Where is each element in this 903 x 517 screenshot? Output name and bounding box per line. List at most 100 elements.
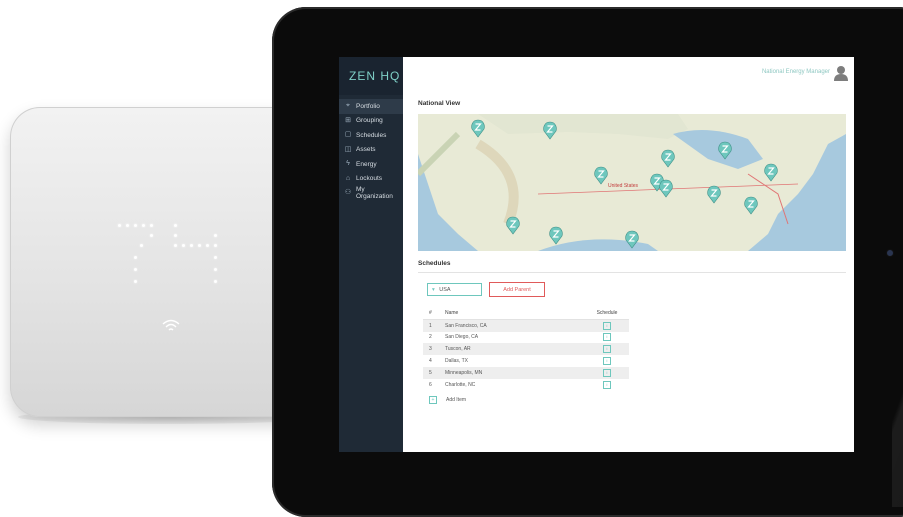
person-icon: ⚇: [344, 189, 352, 197]
main-content: National View United States Schedules ▾ …: [403, 90, 854, 452]
display-dot: [214, 268, 217, 271]
app-screen: ZEN HQ ⌖ Portfolio ⊞ Grouping ▢ Schedule…: [339, 57, 854, 452]
display-dot: [174, 224, 177, 227]
sidebar-item-portfolio[interactable]: ⌖ Portfolio: [339, 99, 403, 114]
zen-marker-icon[interactable]: [594, 166, 608, 185]
schedules-table: # Name Schedule 1 San Francisco, CA i 2 …: [423, 307, 629, 407]
row-name: Tuscon, AR: [445, 346, 471, 353]
map-markers: [471, 119, 778, 249]
schedules-title: Schedules: [418, 260, 451, 267]
table-row[interactable]: 5 Minneapolis, MN i: [423, 366, 629, 379]
row-name: San Diego, CA: [445, 334, 479, 341]
display-dot: [134, 224, 137, 227]
row-number: 2: [429, 334, 432, 341]
zen-marker-icon[interactable]: [718, 141, 732, 160]
row-number: 3: [429, 346, 432, 353]
table-row[interactable]: 2 San Diego, CA i: [423, 332, 629, 344]
add-item-button[interactable]: + Add Item: [423, 393, 629, 407]
sidebar-item-energy[interactable]: ϟ Energy: [339, 157, 403, 172]
row-name: San Francisco, CA: [445, 322, 487, 329]
display-dot: [142, 224, 145, 227]
row-name: Dallas, TX: [445, 358, 468, 365]
grid-icon: ⊞: [345, 116, 351, 124]
zen-marker-icon[interactable]: [707, 185, 721, 204]
row-name: Charlotte, NC: [445, 381, 476, 388]
calendar-icon[interactable]: i: [603, 368, 611, 377]
sidebar-item-label: Portfolio: [356, 102, 380, 110]
divider: [418, 272, 846, 273]
country-select[interactable]: ▾ USA: [427, 283, 482, 296]
display-dot: [150, 234, 153, 237]
display-dot: [182, 244, 185, 247]
display-dot: [150, 224, 153, 227]
sidebar-item-lockouts[interactable]: ⌂ Lockouts: [339, 172, 403, 187]
row-number: 1: [429, 322, 432, 329]
sidebar-item-schedules[interactable]: ▢ Schedules: [339, 128, 403, 143]
sidebar-item-label: Schedules: [356, 131, 387, 139]
zen-marker-icon[interactable]: [744, 196, 758, 215]
display-dot: [134, 280, 137, 283]
table-header: # Name Schedule: [423, 307, 629, 320]
glass-glare: [892, 7, 903, 507]
display-dot: [140, 244, 143, 247]
table-row[interactable]: 1 San Francisco, CA i: [423, 319, 629, 332]
display-dot: [174, 234, 177, 237]
display-dot: [134, 256, 137, 259]
zen-marker-icon[interactable]: [506, 216, 520, 235]
calendar-icon[interactable]: i: [603, 333, 611, 342]
display-dot: [214, 244, 217, 247]
display-dot: [214, 256, 217, 259]
sidebar-item-label: Grouping: [356, 117, 383, 125]
row-number: 5: [429, 369, 432, 376]
camera-icon: [887, 250, 893, 256]
zen-marker-icon[interactable]: [543, 121, 557, 140]
location-pin-icon: ⌖: [346, 102, 350, 110]
column-header-num: #: [429, 309, 432, 316]
row-number: 6: [429, 381, 432, 388]
row-name: Minneapolis, MN: [445, 369, 483, 376]
user-name[interactable]: National Energy Manager: [762, 69, 830, 75]
zen-marker-icon[interactable]: [764, 163, 778, 182]
sidebar-item-label: Lockouts: [356, 175, 383, 183]
add-parent-button[interactable]: Add Parent: [489, 282, 545, 297]
national-view-title: National View: [418, 100, 461, 107]
display-dot: [134, 268, 137, 271]
chevron-down-icon: ▾: [432, 287, 435, 293]
sidebar: ZEN HQ ⌖ Portfolio ⊞ Grouping ▢ Schedule…: [339, 57, 403, 452]
zen-marker-icon[interactable]: [661, 149, 675, 168]
zen-marker-icon[interactable]: [659, 179, 673, 198]
calendar-icon[interactable]: i: [603, 321, 611, 330]
display-dot: [214, 234, 217, 237]
zen-marker-icon[interactable]: [625, 230, 639, 249]
table-row[interactable]: 4 Dallas, TX i: [423, 355, 629, 367]
table-row[interactable]: 6 Charlotte, NC i: [423, 379, 629, 391]
sidebar-item-label: Assets: [356, 146, 376, 154]
country-select-value: USA: [439, 287, 451, 293]
sidebar-item-grouping[interactable]: ⊞ Grouping: [339, 114, 403, 129]
asset-icon: ◫: [344, 145, 352, 153]
wifi-icon: [162, 319, 180, 331]
sidebar-item-label: Energy: [356, 160, 377, 168]
column-header-name: Name: [445, 309, 459, 316]
calendar-icon[interactable]: i: [603, 345, 611, 354]
sidebar-item-my-organization[interactable]: ⚇ My Organization: [339, 186, 403, 201]
zen-marker-icon[interactable]: [549, 226, 563, 245]
brand-logo[interactable]: ZEN HQ: [339, 57, 403, 95]
zen-marker-icon[interactable]: [471, 119, 485, 138]
add-item-label: Add Item: [446, 396, 467, 403]
table-row[interactable]: 3 Tuscon, AR i: [423, 343, 629, 356]
display-dot: [198, 244, 201, 247]
row-number: 4: [429, 358, 432, 365]
lightning-icon: ϟ: [346, 160, 350, 168]
avatar[interactable]: [834, 65, 848, 81]
display-dot: [206, 244, 209, 247]
calendar-icon[interactable]: i: [603, 380, 611, 389]
sidebar-item-assets[interactable]: ◫ Assets: [339, 143, 403, 158]
display-dot: [174, 244, 177, 247]
display-dot: [214, 280, 217, 283]
sidebar-item-label: My Organization: [355, 186, 393, 201]
sidebar-nav: ⌖ Portfolio ⊞ Grouping ▢ Schedules ◫ Ass…: [339, 99, 403, 201]
plus-icon: +: [429, 395, 437, 404]
calendar-icon[interactable]: i: [603, 357, 611, 366]
calendar-icon: ▢: [344, 131, 352, 139]
